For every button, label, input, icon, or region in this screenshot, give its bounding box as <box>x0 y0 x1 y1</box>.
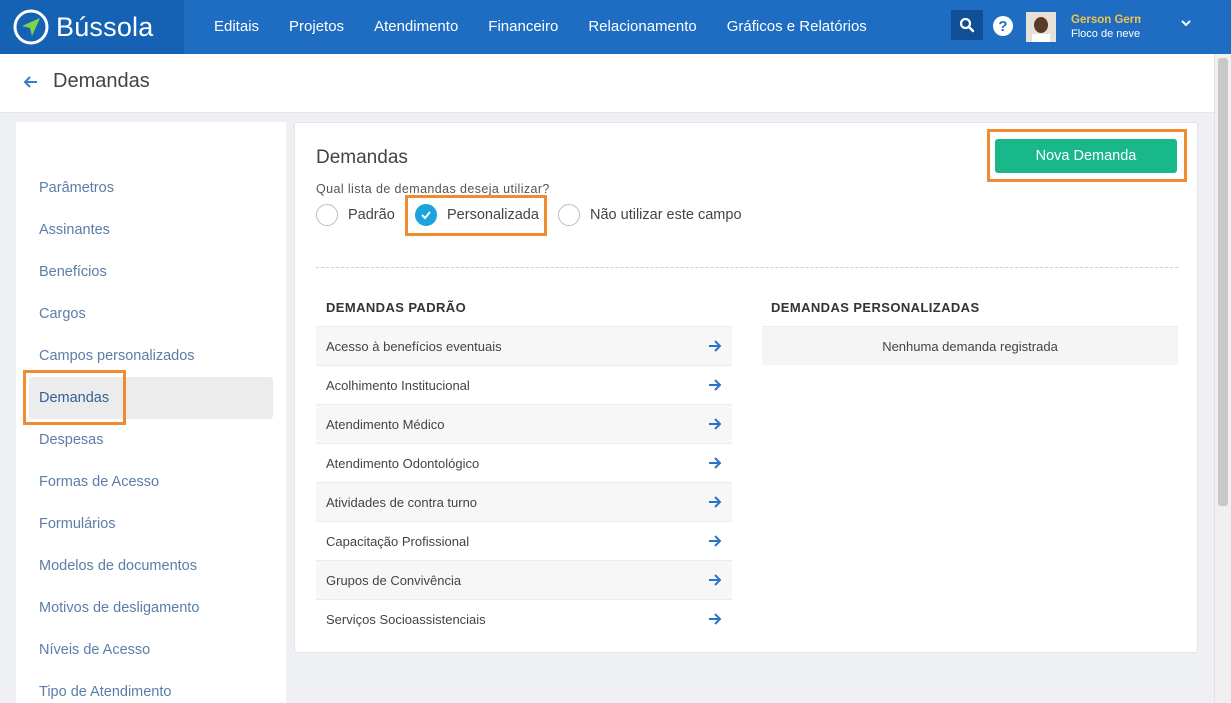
main-nav: Editais Projetos Atendimento Financeiro … <box>199 0 882 54</box>
avatar[interactable] <box>1026 12 1056 42</box>
sidebar-item-modelos-de-documentos[interactable]: Modelos de documentos <box>39 558 197 574</box>
search-icon <box>959 17 975 33</box>
nav-graficos-relatorios[interactable]: Gráficos e Relatórios <box>712 0 882 54</box>
sidebar-item-cargos[interactable]: Cargos <box>39 306 86 322</box>
radio-circle[interactable] <box>558 204 580 226</box>
sidebar-item-parametros[interactable]: Parâmetros <box>39 180 114 196</box>
arrow-right-icon[interactable] <box>708 418 722 430</box>
list-item[interactable]: Atendimento Odontológico <box>316 443 732 482</box>
radio-padrao[interactable]: Padrão <box>316 204 395 226</box>
nav-projetos[interactable]: Projetos <box>274 0 359 54</box>
highlight-box-sidebar <box>23 370 126 425</box>
sidebar-item-beneficios[interactable]: Benefícios <box>39 264 107 280</box>
page-title: Demandas <box>53 70 150 92</box>
nav-financeiro[interactable]: Financeiro <box>473 0 573 54</box>
main-card: Demandas Qual lista de demandas deseja u… <box>294 122 1198 653</box>
arrow-right-icon[interactable] <box>708 574 722 586</box>
user-avatar-icon <box>1026 12 1056 42</box>
chevron-down-icon[interactable] <box>1180 17 1192 29</box>
highlight-box-radio <box>405 195 547 236</box>
page-scrollbar[interactable] <box>1214 54 1231 703</box>
compass-logo-icon <box>13 9 49 45</box>
top-navbar: Bússola Editais Projetos Atendimento Fin… <box>0 0 1231 54</box>
list-item[interactable]: Atividades de contra turno <box>316 482 732 521</box>
list-item[interactable]: Atendimento Médico <box>316 404 732 443</box>
radio-circle[interactable] <box>316 204 338 226</box>
arrow-right-icon[interactable] <box>708 496 722 508</box>
sidebar: Parâmetros Assinantes Benefícios Cargos … <box>16 122 286 703</box>
list-item-label: Acesso à benefícios eventuais <box>326 338 502 354</box>
list-item-label: Grupos de Convivência <box>326 572 462 588</box>
sidebar-item-campos-personalizados[interactable]: Campos personalizados <box>39 348 195 364</box>
radio-label: Padrão <box>348 207 395 223</box>
list-item[interactable]: Acolhimento Institucional <box>316 365 732 404</box>
list-item-label: Atendimento Odontológico <box>326 455 480 471</box>
list-item-label: Atendimento Médico <box>326 416 445 432</box>
demandas-personalizadas-heading: DEMANDAS PERSONALIZADAS <box>771 300 980 315</box>
sidebar-item-despesas[interactable]: Despesas <box>39 432 103 448</box>
sidebar-item-niveis-de-acesso[interactable]: Níveis de Acesso <box>39 642 150 658</box>
list-item[interactable]: Acesso à benefícios eventuais <box>316 326 732 365</box>
user-organization: Floco de neve <box>1071 28 1141 40</box>
nav-relacionamento[interactable]: Relacionamento <box>573 0 711 54</box>
arrow-right-icon[interactable] <box>708 379 722 391</box>
search-button[interactable] <box>951 10 983 40</box>
radio-label: Não utilizar este campo <box>590 207 742 223</box>
back-arrow-icon[interactable] <box>22 73 40 91</box>
scrollbar-thumb[interactable] <box>1218 58 1228 506</box>
section-divider <box>316 267 1178 268</box>
arrow-right-icon[interactable] <box>708 613 722 625</box>
list-item[interactable]: Grupos de Convivência <box>316 560 732 599</box>
demandas-padrao-heading: DEMANDAS PADRÃO <box>326 300 467 315</box>
card-title: Demandas <box>316 147 408 168</box>
radio-nao-utilizar[interactable]: Não utilizar este campo <box>558 204 742 226</box>
user-name[interactable]: Gerson German <box>1071 14 1141 26</box>
list-item-label: Capacitação Profissional <box>326 533 470 549</box>
page-header: Demandas <box>0 54 1214 113</box>
nav-editais[interactable]: Editais <box>199 0 274 54</box>
list-item-label: Serviços Socioassistenciais <box>326 611 486 627</box>
arrow-right-icon[interactable] <box>708 535 722 547</box>
brand[interactable]: Bússola <box>0 0 184 54</box>
highlight-box-button <box>987 129 1187 182</box>
help-icon[interactable]: ? <box>993 16 1013 36</box>
sidebar-item-formularios[interactable]: Formulários <box>39 516 116 532</box>
sidebar-item-tipo-de-atendimento[interactable]: Tipo de Atendimento <box>39 684 171 700</box>
list-item[interactable]: Capacitação Profissional <box>316 521 732 560</box>
arrow-right-icon[interactable] <box>708 457 722 469</box>
list-item[interactable]: Serviços Socioassistenciais <box>316 599 732 638</box>
sidebar-item-assinantes[interactable]: Assinantes <box>39 222 110 238</box>
brand-name: Bússola <box>56 11 154 42</box>
list-question-label: Qual lista de demandas deseja utilizar? <box>316 182 550 196</box>
sidebar-item-formas-de-acesso[interactable]: Formas de Acesso <box>39 474 159 490</box>
empty-state-message: Nenhuma demanda registrada <box>762 326 1178 365</box>
arrow-right-icon[interactable] <box>708 340 722 352</box>
nav-atendimento[interactable]: Atendimento <box>359 0 473 54</box>
list-item-label: Atividades de contra turno <box>326 494 478 510</box>
demandas-padrao-list: Acesso à benefícios eventuais Acolhiment… <box>316 326 732 638</box>
sidebar-item-motivos-de-desligamento[interactable]: Motivos de desligamento <box>39 600 199 616</box>
list-item-label: Acolhimento Institucional <box>326 377 470 393</box>
